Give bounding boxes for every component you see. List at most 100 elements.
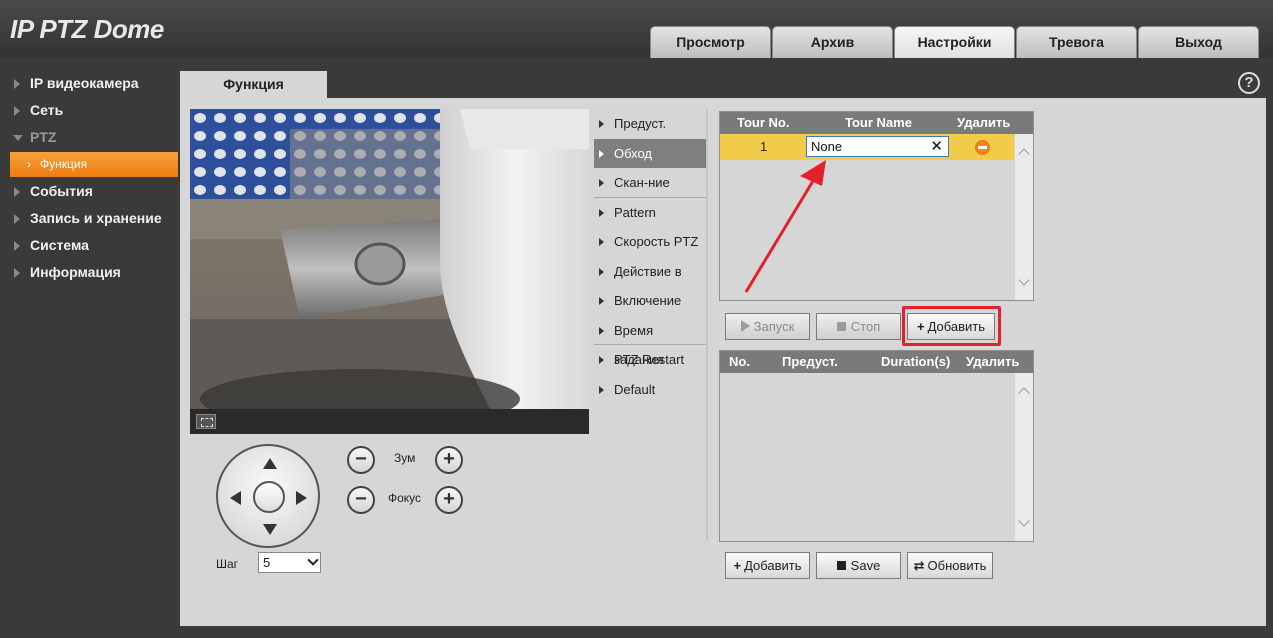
joystick-center-button[interactable]: [253, 481, 285, 513]
scroll-up-icon[interactable]: [1018, 387, 1030, 399]
nav-tab-preview[interactable]: Просмотр: [650, 26, 771, 58]
function-item-time-task[interactable]: Время задания: [594, 316, 706, 367]
fullscreen-icon[interactable]: [196, 414, 216, 429]
sidebar-item-label: IP видеокамера: [30, 75, 139, 91]
expand-arrow-icon: [14, 268, 20, 278]
bullet-arrow-icon: [599, 179, 604, 187]
delete-icon[interactable]: [975, 140, 990, 155]
sidebar-item-info[interactable]: Информация: [0, 259, 180, 286]
function-item-label: Скорость PTZ: [614, 234, 699, 249]
column-header-tour-name: Tour Name: [845, 115, 912, 130]
step-value: 5: [263, 555, 271, 570]
function-item-tour[interactable]: Обход: [594, 138, 706, 168]
sidebar-subitem-function[interactable]: › Функция: [10, 152, 178, 177]
nav-tab-alarm[interactable]: Тревога: [1016, 26, 1137, 58]
save-button[interactable]: Save: [816, 552, 901, 579]
expand-arrow-icon: [14, 106, 20, 116]
zoom-label: Зум: [394, 451, 416, 465]
function-item-default[interactable]: Default: [594, 375, 706, 405]
bullet-arrow-icon: [599, 208, 604, 217]
tour-table: Tour No. Tour Name Удалить 1 None ✕: [719, 111, 1034, 301]
sidebar-item-label: Сеть: [30, 102, 64, 118]
content-tab-function[interactable]: Функция: [180, 71, 327, 99]
save-label: Save: [850, 558, 881, 573]
sidebar-item-storage[interactable]: Запись и хранение: [0, 205, 180, 232]
function-item-ptz-speed[interactable]: Скорость PTZ: [594, 227, 706, 257]
sidebar-item-label: Запись и хранение: [30, 210, 162, 226]
function-item-scan[interactable]: Скан-ние: [594, 168, 706, 198]
function-item-label: Скан-ние: [614, 175, 670, 190]
step-select[interactable]: 5: [258, 552, 321, 573]
expand-arrow-icon: [14, 241, 20, 251]
zoom-in-button[interactable]: +: [435, 446, 463, 474]
stop-icon: [836, 322, 846, 331]
scrollbar[interactable]: [1015, 134, 1033, 300]
function-item-pattern[interactable]: Pattern: [594, 198, 706, 228]
bullet-arrow-icon: [599, 267, 604, 276]
sidebar-item-label: Система: [30, 237, 89, 253]
refresh-label: Обновить: [927, 558, 987, 573]
help-icon[interactable]: ?: [1238, 72, 1260, 94]
bullet-arrow-icon: [599, 385, 604, 394]
step-label: Шаг: [216, 557, 239, 571]
function-item-label: Обход: [614, 145, 653, 161]
arrow-right-icon[interactable]: [296, 491, 307, 505]
sidebar-item-camera[interactable]: IP видеокамера: [0, 70, 180, 97]
preset-table: No. Предуст. Duration(s) Удалить: [719, 350, 1034, 542]
function-item-label: Pattern: [614, 204, 656, 220]
add-preset-button[interactable]: + Добавить: [725, 552, 810, 579]
ptz-joystick[interactable]: [216, 444, 320, 548]
video-toolbar: [190, 409, 589, 434]
focus-far-button[interactable]: +: [435, 486, 463, 514]
expand-arrow-icon: [14, 187, 20, 197]
function-item-label: Включение: [614, 293, 682, 308]
annotation-highlight-box: [902, 306, 1001, 346]
function-item-label: Действие в: [614, 263, 682, 279]
collapse-arrow-icon: [13, 135, 23, 141]
save-square-icon: [836, 561, 846, 570]
scroll-down-icon[interactable]: [1018, 274, 1030, 286]
function-item-idle-action[interactable]: Действие в: [594, 257, 706, 287]
function-item-label: Default: [614, 381, 656, 397]
focus-label: Фокус: [388, 491, 422, 505]
nav-tab-logout[interactable]: Выход: [1138, 26, 1259, 58]
column-header-delete: Удалить: [957, 115, 1011, 130]
refresh-button[interactable]: ⇄ Обновить: [907, 552, 993, 579]
start-button[interactable]: Запуск: [725, 313, 810, 340]
function-item-label: PTZ Restart: [614, 352, 685, 367]
stop-button[interactable]: Стоп: [816, 313, 901, 340]
expand-arrow-icon: [14, 79, 20, 89]
camera-feed-image: [190, 109, 589, 409]
arrow-left-icon[interactable]: [230, 491, 241, 505]
nav-tab-archive[interactable]: Архив: [772, 26, 893, 58]
function-item-ptz-restart[interactable]: PTZ Restart: [594, 345, 706, 375]
sidebar-item-events[interactable]: События: [0, 178, 180, 205]
focus-near-button[interactable]: −: [347, 486, 375, 514]
sidebar-item-system[interactable]: Система: [0, 232, 180, 259]
sidebar-subitem-label: Функция: [40, 157, 88, 171]
arrow-up-icon[interactable]: [263, 458, 277, 469]
clear-icon[interactable]: ✕: [930, 137, 943, 156]
zoom-out-button[interactable]: −: [347, 446, 375, 474]
chevron-right-icon: ›: [27, 157, 31, 171]
tour-table-header: Tour No. Tour Name Удалить: [720, 112, 1033, 134]
refresh-icon: ⇄: [913, 558, 925, 573]
function-item-power-up[interactable]: Включение: [594, 286, 706, 316]
function-item-preset[interactable]: Предуст.: [594, 109, 706, 139]
sidebar-item-label: Информация: [30, 264, 121, 280]
nav-tab-settings[interactable]: Настройки: [894, 26, 1015, 58]
function-menu: Предуст. Обход Скан-ние Pattern Скорость…: [594, 109, 708, 541]
sidebar: IP видеокамера Сеть PTZ › Функция Событи…: [0, 70, 180, 286]
arrow-down-icon[interactable]: [263, 524, 277, 535]
bullet-arrow-icon: [599, 356, 604, 364]
sidebar-item-network[interactable]: Сеть: [0, 97, 180, 124]
column-header-preset: Предуст.: [782, 354, 838, 369]
scroll-down-icon[interactable]: [1018, 515, 1030, 527]
sidebar-item-ptz[interactable]: PTZ: [0, 124, 180, 151]
scrollbar[interactable]: [1015, 373, 1033, 541]
chevron-down-icon: [307, 554, 319, 566]
scroll-up-icon[interactable]: [1018, 148, 1030, 160]
bullet-arrow-icon: [599, 149, 604, 158]
column-header-tour-no: Tour No.: [737, 115, 790, 130]
annotation-arrow-icon: [744, 160, 826, 293]
